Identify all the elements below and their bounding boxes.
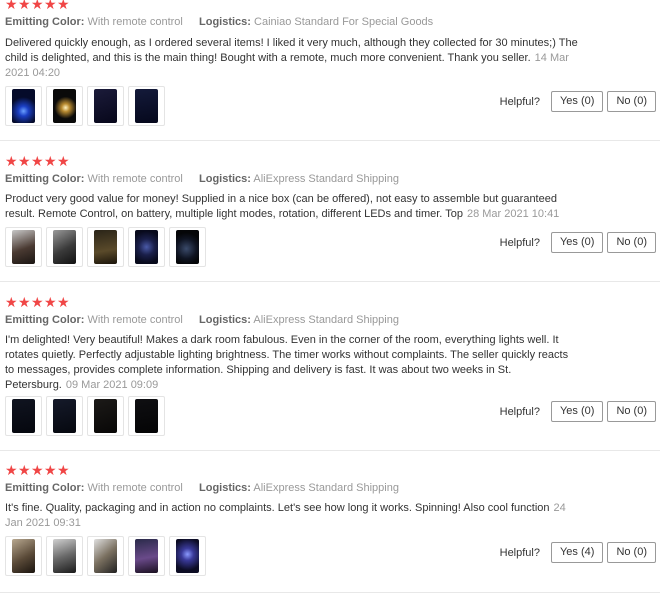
- helpful-no-button[interactable]: No (0): [607, 232, 656, 253]
- helpful-label: Helpful?: [499, 546, 540, 559]
- logistics-key: Logistics:: [199, 482, 251, 494]
- star-icon: ★: [57, 294, 70, 310]
- logistics-value: Cainiao Standard For Special Goods: [254, 16, 434, 28]
- reviews-list: ★ ★ ★ ★ ★ Emitting Color: With remote contro…: [0, 0, 666, 601]
- review-text-block: Delivered quickly enough, as I ordered s…: [5, 36, 580, 81]
- color-key: Emitting Color:: [5, 314, 85, 326]
- review-date: 09 Mar 2021 09:09: [65, 379, 159, 391]
- review-photo[interactable]: [128, 227, 165, 267]
- review-photo[interactable]: [46, 86, 83, 126]
- review-photo[interactable]: [46, 396, 83, 436]
- review-photo[interactable]: [5, 86, 42, 126]
- helpful-no-button[interactable]: No (0): [607, 91, 656, 112]
- helpful-yes-button[interactable]: Yes (4): [550, 542, 604, 563]
- color-value: With remote control: [87, 314, 183, 326]
- review-photo[interactable]: [87, 86, 124, 126]
- star-icon: ★: [18, 0, 31, 12]
- review-text-block: I'm delighted! Very beautiful! Makes a d…: [5, 333, 580, 393]
- star-icon: ★: [57, 462, 70, 478]
- helpful-vote: Helpful? Yes (0) No (0): [500, 232, 656, 253]
- star-icon: ★: [57, 153, 70, 169]
- star-rating: ★ ★ ★ ★ ★: [5, 294, 70, 310]
- star-icon: ★: [31, 153, 44, 169]
- review-photo[interactable]: [5, 536, 42, 576]
- photo-strip: [5, 396, 165, 436]
- review-photo[interactable]: [169, 227, 206, 267]
- star-icon: ★: [44, 294, 57, 310]
- logistics-value: AliExpress Standard Shipping: [253, 173, 399, 185]
- review-meta: Emitting Color: With remote control Logi…: [5, 16, 433, 28]
- color-value: With remote control: [87, 16, 183, 28]
- star-rating: ★ ★ ★ ★ ★: [5, 462, 70, 478]
- helpful-label: Helpful?: [499, 405, 540, 418]
- star-icon: ★: [31, 462, 44, 478]
- helpful-yes-button[interactable]: Yes (0): [550, 401, 604, 422]
- color-key: Emitting Color:: [5, 173, 85, 185]
- review-photo[interactable]: [87, 227, 124, 267]
- star-icon: ★: [44, 153, 57, 169]
- review-photo[interactable]: [169, 536, 206, 576]
- review-photo[interactable]: [5, 227, 42, 267]
- logistics-value: AliExpress Standard Shipping: [253, 314, 399, 326]
- review-text-block: It's fine. Quality, packaging and in act…: [5, 501, 580, 531]
- review-photo[interactable]: [128, 396, 165, 436]
- review-photo[interactable]: [128, 536, 165, 576]
- review-photo[interactable]: [87, 396, 124, 436]
- star-icon: ★: [57, 0, 70, 12]
- review-photo[interactable]: [128, 86, 165, 126]
- review-item: ★ ★ ★ ★ ★ Emitting Color: With remote contro…: [0, 141, 660, 282]
- review-meta: Emitting Color: With remote control Logi…: [5, 314, 399, 326]
- star-icon: ★: [18, 294, 31, 310]
- logistics-value: AliExpress Standard Shipping: [253, 482, 399, 494]
- helpful-no-button[interactable]: No (0): [607, 542, 656, 563]
- review-meta: Emitting Color: With remote control Logi…: [5, 482, 399, 494]
- review-item: ★ ★ ★ ★ ★ Emitting Color: With remote contro…: [0, 282, 660, 451]
- color-value: With remote control: [87, 173, 183, 185]
- star-icon: ★: [31, 294, 44, 310]
- star-icon: ★: [5, 462, 18, 478]
- star-icon: ★: [44, 0, 57, 12]
- star-icon: ★: [5, 153, 18, 169]
- star-icon: ★: [31, 0, 44, 12]
- color-key: Emitting Color:: [5, 482, 85, 494]
- star-icon: ★: [44, 462, 57, 478]
- review-text-block: Product very good value for money! Suppl…: [5, 192, 580, 222]
- helpful-vote: Helpful? Yes (0) No (0): [500, 91, 656, 112]
- logistics-key: Logistics:: [199, 16, 251, 28]
- logistics-key: Logistics:: [199, 314, 251, 326]
- color-key: Emitting Color:: [5, 16, 85, 28]
- star-icon: ★: [18, 153, 31, 169]
- review-meta: Emitting Color: With remote control Logi…: [5, 173, 399, 185]
- helpful-label: Helpful?: [499, 236, 540, 249]
- photo-strip: [5, 227, 206, 267]
- star-rating: ★ ★ ★ ★ ★: [5, 153, 70, 169]
- review-photo[interactable]: [5, 396, 42, 436]
- review-item: ★ ★ ★ ★ ★ Emitting Color: With remote contro…: [0, 0, 660, 141]
- review-photo[interactable]: [46, 536, 83, 576]
- photo-strip: [5, 86, 165, 126]
- helpful-vote: Helpful? Yes (4) No (0): [500, 542, 656, 563]
- review-date: 28 Mar 2021 10:41: [466, 208, 560, 220]
- helpful-vote: Helpful? Yes (0) No (0): [500, 401, 656, 422]
- helpful-label: Helpful?: [499, 95, 540, 108]
- helpful-yes-button[interactable]: Yes (0): [550, 91, 604, 112]
- review-photo[interactable]: [87, 536, 124, 576]
- review-item: ★ ★ ★ ★ ★ Emitting Color: With remote contro…: [0, 451, 660, 593]
- star-rating: ★ ★ ★ ★ ★: [5, 0, 70, 12]
- color-value: With remote control: [87, 482, 183, 494]
- review-text: It's fine. Quality, packaging and in act…: [5, 502, 550, 514]
- star-icon: ★: [5, 294, 18, 310]
- review-photo[interactable]: [46, 227, 83, 267]
- star-icon: ★: [18, 462, 31, 478]
- helpful-yes-button[interactable]: Yes (0): [550, 232, 604, 253]
- review-text: Delivered quickly enough, as I ordered s…: [5, 37, 578, 64]
- star-icon: ★: [5, 0, 18, 12]
- logistics-key: Logistics:: [199, 173, 251, 185]
- helpful-no-button[interactable]: No (0): [607, 401, 656, 422]
- photo-strip: [5, 536, 206, 576]
